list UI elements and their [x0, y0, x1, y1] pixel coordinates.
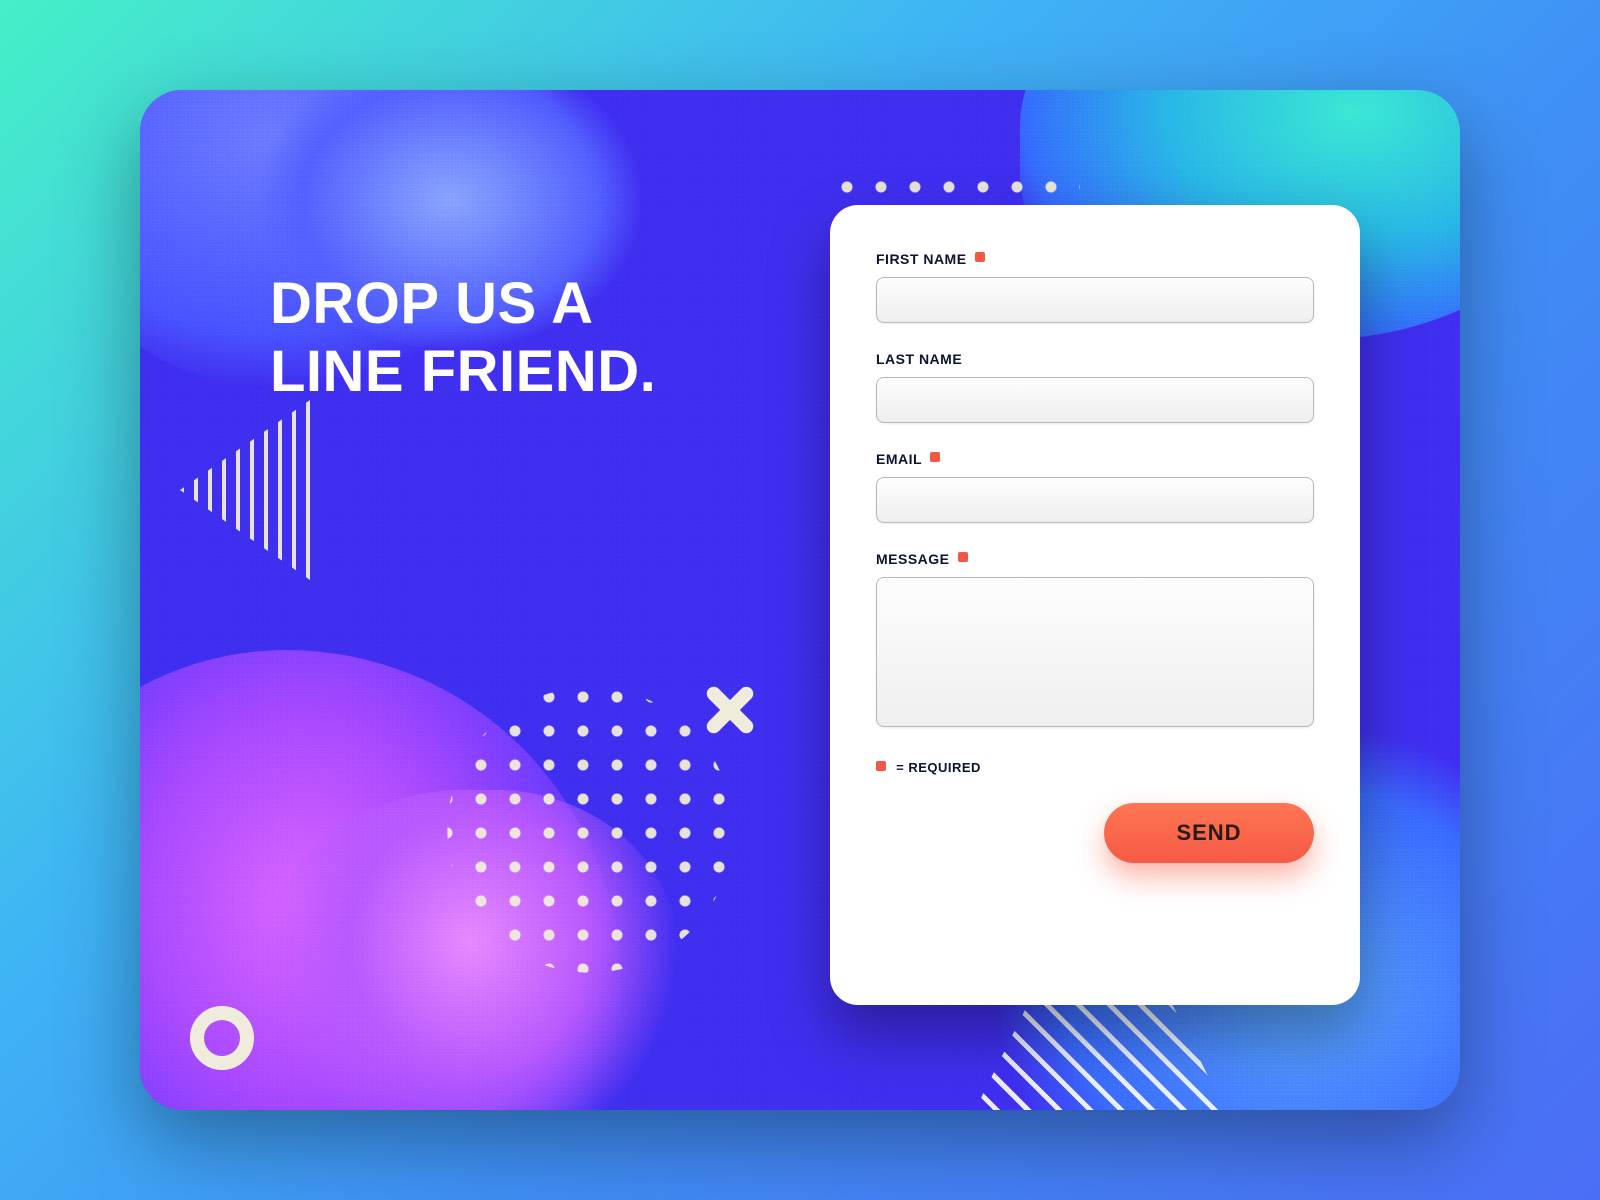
- label-text: EMAIL: [876, 451, 922, 467]
- first-name-input[interactable]: [876, 277, 1314, 323]
- last-name-label: LAST NAME: [876, 351, 1314, 367]
- send-button[interactable]: SEND: [1104, 803, 1314, 863]
- label-text: FIRST NAME: [876, 251, 967, 267]
- email-label: EMAIL: [876, 451, 1314, 467]
- decor-cross-icon: [700, 680, 760, 740]
- email-input[interactable]: [876, 477, 1314, 523]
- contact-card: DROP US A LINE FRIEND. FIRST NAME LAST N…: [140, 90, 1460, 1110]
- required-icon: [958, 552, 968, 562]
- field-first-name: FIRST NAME: [876, 251, 1314, 323]
- field-message: MESSAGE: [876, 551, 1314, 732]
- contact-form: FIRST NAME LAST NAME EMAIL MESSAGE: [830, 205, 1360, 1005]
- last-name-input[interactable]: [876, 377, 1314, 423]
- required-note-text: = REQUIRED: [896, 760, 981, 775]
- label-text: LAST NAME: [876, 351, 962, 367]
- field-email: EMAIL: [876, 451, 1314, 523]
- page-title: DROP US A LINE FRIEND.: [270, 270, 656, 407]
- required-icon: [975, 252, 985, 262]
- required-icon: [876, 761, 886, 771]
- required-note: = REQUIRED: [876, 760, 1314, 775]
- field-last-name: LAST NAME: [876, 351, 1314, 423]
- headline-line-1: DROP US A: [270, 271, 594, 336]
- first-name-label: FIRST NAME: [876, 251, 1314, 267]
- label-text: MESSAGE: [876, 551, 950, 567]
- submit-row: SEND: [876, 803, 1314, 863]
- decor-lines-icon: [180, 400, 310, 580]
- message-textarea[interactable]: [876, 577, 1314, 727]
- headline-line-2: LINE FRIEND.: [270, 339, 656, 404]
- decor-ring-icon: [190, 1006, 254, 1070]
- required-icon: [930, 452, 940, 462]
- message-label: MESSAGE: [876, 551, 1314, 567]
